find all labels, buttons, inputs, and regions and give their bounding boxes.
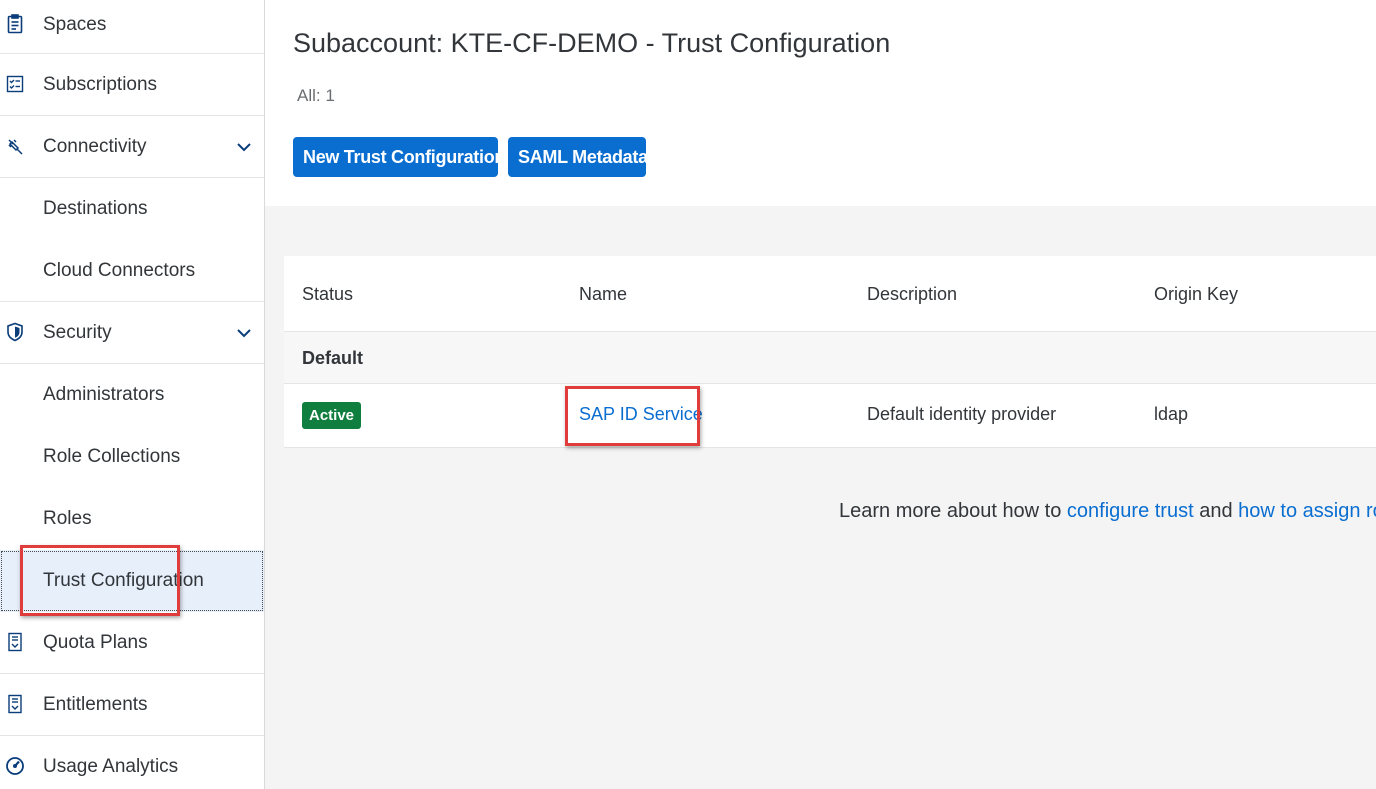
- sidebar-item-label: Role Collections: [43, 446, 181, 467]
- column-header-name[interactable]: Name: [579, 284, 627, 305]
- sidebar-item-usage-analytics[interactable]: Usage Analytics: [0, 736, 264, 789]
- sidebar-item-label: Connectivity: [43, 135, 147, 157]
- sidebar-item-roles[interactable]: Roles: [0, 488, 264, 550]
- column-header-description[interactable]: Description: [867, 284, 957, 305]
- document-icon: [5, 694, 25, 714]
- sidebar-item-subscriptions[interactable]: Subscriptions: [0, 54, 264, 116]
- sidebar-item-label: Trust Configuration: [43, 570, 204, 591]
- sidebar-item-spaces[interactable]: Spaces: [0, 0, 264, 54]
- item-count: All: 1: [297, 86, 335, 105]
- sidebar-item-label: Spaces: [43, 14, 107, 35]
- learn-more-text: Learn more about how to configure trust …: [839, 500, 1376, 523]
- page-title: Subaccount: KTE-CF-DEMO - Trust Configur…: [293, 28, 891, 58]
- status-badge: Active: [302, 402, 362, 429]
- sidebar-item-cloud-connectors[interactable]: Cloud Connectors: [0, 240, 264, 302]
- sidebar-item-role-collections[interactable]: Role Collections: [0, 426, 264, 488]
- sidebar-item-trust-configuration[interactable]: Trust Configuration: [0, 550, 264, 612]
- sidebar-item-quota-plans[interactable]: Quota Plans: [0, 612, 264, 674]
- configure-trust-link[interactable]: configure trust: [1067, 500, 1194, 522]
- sidebar: Spaces Subscriptions Connectivity Destin…: [0, 0, 265, 789]
- assign-role-collections-link[interactable]: how to assign role c: [1238, 500, 1376, 522]
- learn-more-middle: and: [1193, 500, 1239, 522]
- content-area: Status Name Description Origin Key Defau…: [265, 206, 1376, 789]
- clipboard-icon: [5, 14, 25, 34]
- sidebar-item-label: Cloud Connectors: [43, 259, 196, 281]
- sidebar-item-label: Usage Analytics: [43, 756, 179, 777]
- column-header-status[interactable]: Status: [302, 284, 353, 305]
- row-description: Default identity provider: [867, 404, 1057, 424]
- column-header-origin-key[interactable]: Origin Key: [1154, 284, 1238, 305]
- document-icon: [5, 632, 25, 652]
- idp-name-link[interactable]: SAP ID Service: [579, 404, 703, 425]
- gauge-icon: [5, 756, 25, 776]
- chevron-down-icon[interactable]: [234, 137, 254, 157]
- sidebar-item-destinations[interactable]: Destinations: [0, 178, 264, 240]
- sidebar-item-connectivity[interactable]: Connectivity: [0, 116, 264, 178]
- table-row[interactable]: Active SAP ID Service Default identity p…: [284, 384, 1376, 448]
- chevron-down-icon[interactable]: [234, 323, 254, 343]
- sidebar-item-administrators[interactable]: Administrators: [0, 364, 264, 426]
- new-trust-configuration-button[interactable]: New Trust Configuration: [293, 137, 505, 177]
- shield-icon: [5, 322, 25, 342]
- sidebar-item-label: Destinations: [43, 198, 148, 219]
- page-header: Subaccount: KTE-CF-DEMO - Trust Configur…: [265, 0, 1376, 206]
- table-header: Status Name Description Origin Key: [284, 256, 1376, 332]
- sidebar-item-label: Quota Plans: [43, 631, 148, 653]
- sidebar-item-label: Subscriptions: [43, 73, 158, 95]
- group-label: Default: [302, 348, 364, 368]
- sidebar-item-label: Administrators: [43, 384, 165, 405]
- sidebar-item-label: Roles: [43, 508, 92, 529]
- trust-configuration-table: Status Name Description Origin Key Defau…: [284, 256, 1376, 448]
- sidebar-item-label: Security: [43, 321, 112, 343]
- app-window: Spaces Subscriptions Connectivity Destin…: [0, 0, 1376, 789]
- checklist-icon: [5, 74, 25, 94]
- learn-more-prefix: Learn more about how to: [839, 500, 1067, 522]
- sidebar-item-entitlements[interactable]: Entitlements: [0, 674, 264, 736]
- plug-icon: [5, 136, 25, 156]
- sidebar-item-label: Entitlements: [43, 693, 148, 715]
- table-group-header: Default: [284, 332, 1376, 384]
- row-origin-key: ldap: [1154, 404, 1189, 424]
- main-content: Subaccount: KTE-CF-DEMO - Trust Configur…: [265, 0, 1376, 789]
- sidebar-item-security[interactable]: Security: [0, 302, 264, 364]
- saml-metadata-button[interactable]: SAML Metadata: [508, 137, 648, 177]
